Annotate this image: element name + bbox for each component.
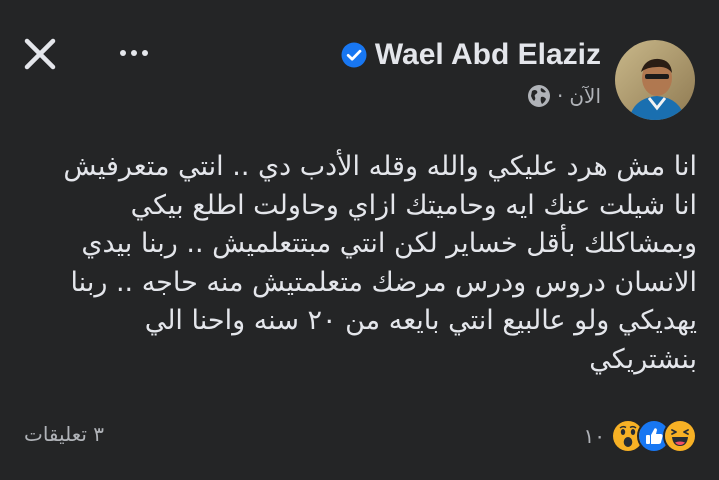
meta-separator: · [556,84,564,108]
profile-photo [615,40,695,120]
post-text-line: يهديكي ولو عالبيع انتي بايعه من ٢٠ سنه و… [144,305,697,336]
more-options-button[interactable] [114,42,154,64]
reactions-count[interactable]: ١٠ [584,424,605,448]
haha-icon [663,419,697,453]
globe-icon [527,85,550,107]
reaction-icons[interactable] [611,419,697,453]
dot [131,50,137,56]
post-body: انا مش هرد عليكي والله وقله الأدب دي .. … [40,148,697,379]
reactions-summary[interactable]: ١٠ [584,419,697,453]
post-meta: الآن · [527,84,601,108]
post-text-line: بنشتريكي [589,343,697,375]
avatar[interactable] [615,40,695,120]
post-text-line: انا شيلت عنك ايه وحاميتك ازاي وحاولت اطل… [130,189,697,221]
close-icon [24,38,56,70]
author-name[interactable]: Wael Abd Elaziz [375,38,601,72]
author-header: Wael Abd Elaziz [341,38,601,72]
post-time[interactable]: الآن [569,84,601,108]
dot [120,50,126,56]
dot [142,50,148,56]
verified-badge-icon [341,42,367,68]
post-text-line: وبمشاكلك بأقل خساير لكن انتي مبتتعلميش .… [81,228,697,259]
close-button[interactable] [22,36,58,72]
post-text-line: الانسان دروس ودرس مرضك متعلمتيش منه حاجه… [70,266,697,298]
post-text-line: انا مش هرد عليكي والله وقله الأدب دي .. … [63,151,697,182]
comments-count[interactable]: ٣ تعليقات [24,422,104,446]
post-card: Wael Abd Elaziz الآن · انا مش هرد عليكي … [0,0,719,480]
